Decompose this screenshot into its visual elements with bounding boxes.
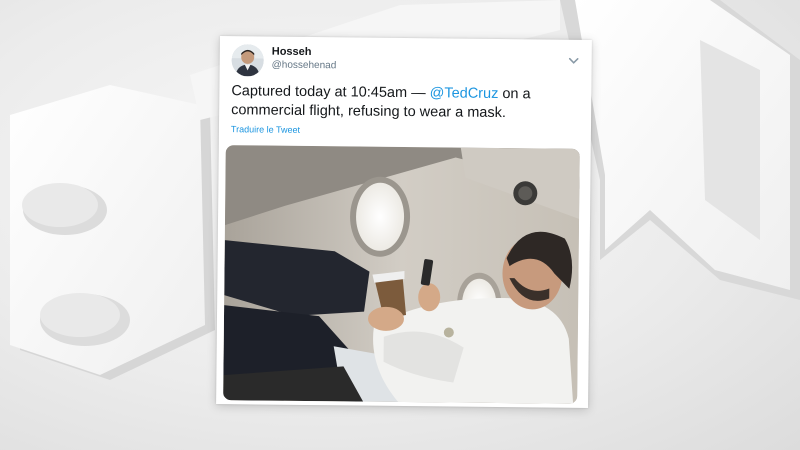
author-name[interactable]: Hosseh: [272, 46, 312, 58]
tweet-photo[interactable]: [223, 145, 580, 404]
tweet-text: Captured today at 10:45am — @TedCruz on …: [231, 82, 581, 124]
avatar-image: [231, 44, 264, 77]
tweet-card[interactable]: Hosseh @hossehenad Captured today at 10:…: [216, 36, 592, 408]
avatar[interactable]: [231, 44, 264, 77]
chevron-down-icon[interactable]: [568, 54, 580, 66]
author-handle[interactable]: @hossehenad: [272, 60, 337, 72]
translate-link[interactable]: Traduire le Tweet: [231, 124, 300, 135]
mention-link[interactable]: @TedCruz: [430, 85, 499, 102]
tweet-text-start: Captured today at 10:45am —: [231, 83, 430, 102]
airplane-photo: [223, 145, 580, 404]
